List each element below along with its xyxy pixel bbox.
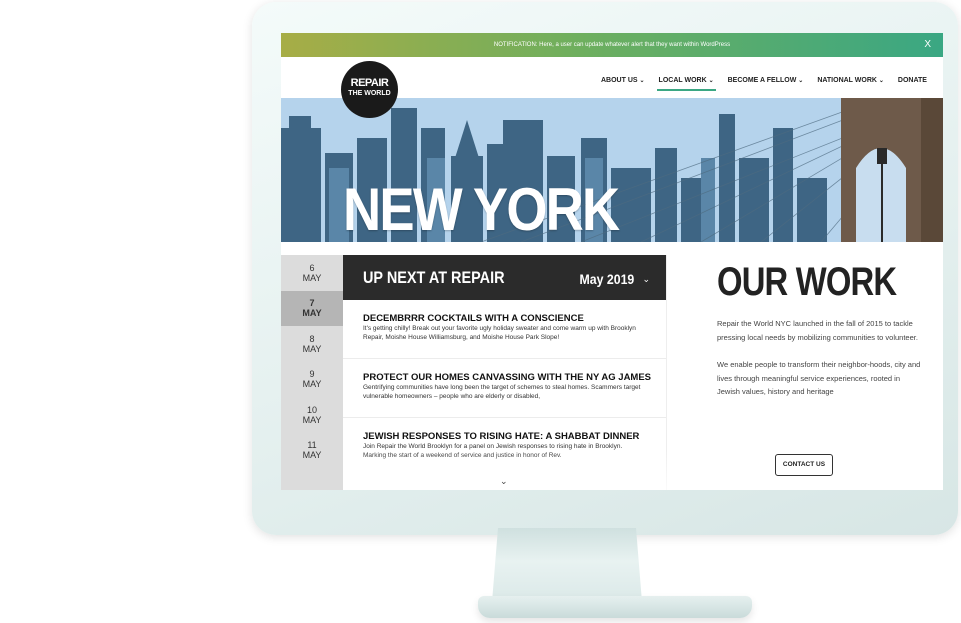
monitor-stand (492, 528, 642, 602)
notification-bar: NOTIFICATION: Here, a user can update wh… (281, 33, 943, 57)
date-item[interactable]: 9 MAY (281, 362, 343, 398)
events-heading: UP NEXT AT REPAIR (363, 268, 505, 287)
date-item[interactable]: 11 MAY (281, 433, 343, 469)
nav-national-work[interactable]: NATIONAL WORK ⌄ (815, 77, 886, 91)
close-notification-button[interactable]: X (924, 33, 931, 57)
chevron-down-icon[interactable]: ⌄ (642, 274, 650, 285)
event-title: JEWISH RESPONSES TO RISING HATE: A SHABB… (363, 431, 640, 442)
nav-become-a-fellow[interactable]: BECOME A FELLOW ⌄ (726, 77, 806, 91)
nav-about-us[interactable]: ABOUT US ⌄ (599, 77, 647, 91)
logo-text-top: REPAIR (350, 77, 389, 89)
chevron-down-icon: ⌄ (878, 78, 884, 84)
hero-banner: NEW YORK (281, 98, 943, 242)
contact-us-button[interactable]: CONTACT US (775, 454, 833, 476)
date-sidebar: 6 MAY 7 MAY 8 MAY 9 MAY 10 MAY 11 MAY (281, 255, 343, 490)
events-panel: UP NEXT AT REPAIR May 2019 ⌄ DECEMBRRR C… (343, 255, 667, 490)
date-item[interactable]: 8 MAY (281, 326, 343, 362)
event-item[interactable]: DECEMBRRR COCKTAILS WITH A CONSCIENCE It… (343, 300, 666, 359)
our-work-paragraph-1: Repair the World NYC launched in the fal… (717, 319, 918, 342)
date-item[interactable]: 6 MAY (281, 255, 343, 291)
website-screen: NOTIFICATION: Here, a user can update wh… (281, 33, 943, 490)
main-nav: ABOUT US ⌄ LOCAL WORK ⌄ BECOME A FELLOW … (599, 77, 929, 91)
nav-local-work[interactable]: LOCAL WORK ⌄ (656, 77, 716, 91)
event-description: It's getting chilly! Break out your favo… (363, 325, 636, 341)
event-title: DECEMBRRR COCKTAILS WITH A CONSCIENCE (363, 313, 584, 324)
our-work-paragraph-2: We enable people to transform their neig… (717, 360, 921, 396)
chevron-down-icon: ⌄ (708, 78, 714, 84)
month-selector[interactable]: May 2019 (579, 271, 634, 287)
chevron-down-icon: ⌄ (798, 78, 804, 84)
chevron-down-icon: ⌄ (639, 78, 645, 84)
scroll-down-chevron-icon[interactable]: ⌄ (500, 476, 508, 487)
repair-the-world-logo[interactable]: REPAIR THE WORLD (341, 61, 398, 118)
event-title: PROTECT OUR HOMES CANVASSING WITH THE NY… (363, 372, 652, 383)
site-header: REPAIR THE WORLD ABOUT US ⌄ LOCAL WORK ⌄… (281, 57, 943, 118)
events-header: UP NEXT AT REPAIR May 2019 ⌄ (343, 255, 666, 300)
logo-text-bottom: THE WORLD (348, 90, 391, 97)
our-work-section: OUR WORK Repair the World NYC launched i… (717, 259, 922, 399)
nav-donate[interactable]: DONATE (896, 77, 929, 91)
event-item[interactable]: PROTECT OUR HOMES CANVASSING WITH THE NY… (343, 359, 666, 418)
hero-title: NEW YORK (343, 176, 620, 242)
notification-text: NOTIFICATION: Here, a user can update wh… (493, 42, 731, 48)
date-item-selected[interactable]: 7 MAY (281, 290, 343, 326)
date-item[interactable]: 10 MAY (281, 397, 343, 433)
event-description: Gentrifying communities have long been t… (363, 384, 641, 400)
monitor-base (478, 596, 752, 618)
our-work-title: OUR WORK (717, 260, 897, 304)
